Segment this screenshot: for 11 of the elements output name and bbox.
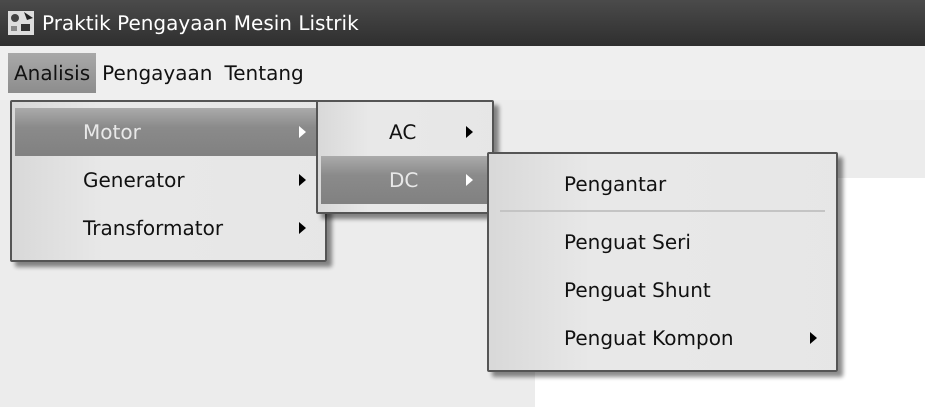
app-icon <box>6 8 36 38</box>
menu-item[interactable]: Penguat Seri <box>492 218 833 266</box>
menu-bar-item[interactable]: Pengayaan <box>96 53 218 93</box>
menu-bar-item[interactable]: Analisis <box>8 53 96 93</box>
menu-item[interactable]: Penguat Shunt <box>492 266 833 314</box>
menu-item[interactable]: AC <box>321 108 489 156</box>
menu-item[interactable]: Penguat Kompon <box>492 314 833 362</box>
menu-item[interactable]: Pengantar <box>492 160 833 208</box>
menu-item[interactable]: Transformator <box>15 204 322 252</box>
window-title: Praktik Pengayaan Mesin Listrik <box>42 11 359 35</box>
menu-bar-item[interactable]: Tentang <box>218 53 310 93</box>
